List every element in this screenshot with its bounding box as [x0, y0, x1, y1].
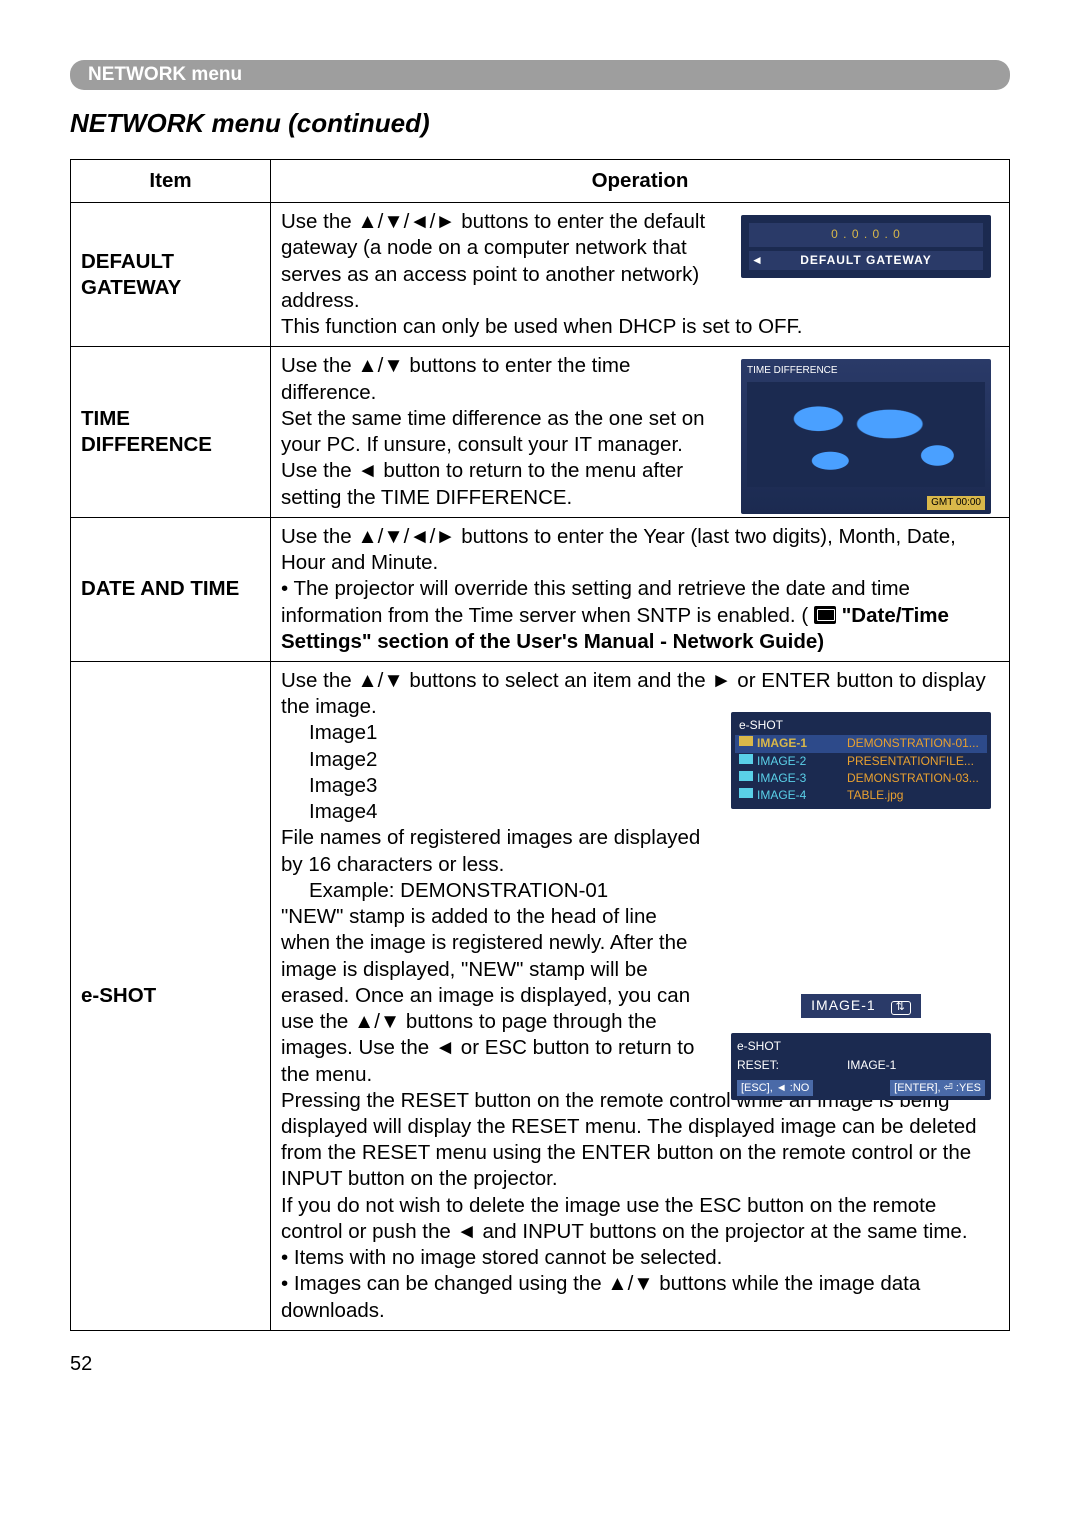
eshot-bullet2: • Items with no image stored cannot be s… [281, 1246, 722, 1269]
time-thumb-gmt: GMT 00:00 [927, 496, 985, 511]
item-eshot: e-SHOT [71, 661, 271, 1330]
eshot-bot1: Pressing the RESET button on the remote … [281, 1089, 977, 1191]
eshot-reset-thumbnail: e-SHOT RESET:IMAGE-1 [ESC], ◄ :NO [ENTER… [731, 1033, 991, 1100]
eshot-img1: Image1 [281, 721, 377, 744]
section-title: NETWORK menu (continued) [70, 108, 1010, 139]
gateway-thumb-label: DEFAULT GATEWAY [749, 251, 983, 270]
eshot-list-thumbnail: e-SHOT IMAGE-1DEMONSTRATION-01... IMAGE-… [731, 712, 991, 809]
eshot-thumb1-title: e-SHOT [735, 716, 987, 735]
row-date-and-time: DATE AND TIME Use the ▲/▼/◄/► buttons to… [71, 517, 1010, 661]
page-number: 52 [70, 1353, 1010, 1376]
world-map-icon [747, 382, 985, 487]
datetime-op-1: Use the ▲/▼/◄/► buttons to enter the Yea… [281, 525, 956, 574]
row-default-gateway: DEFAULT GATEWAY Use the ▲/▼/◄/► buttons … [71, 203, 1010, 347]
eshot-bot2: If you do not wish to delete the image u… [281, 1194, 968, 1243]
eshot-example: Example: DEMONSTRATION-01 [281, 879, 608, 902]
eshot-mid1: File names of registered images are disp… [281, 826, 700, 875]
gateway-op-2: This function can only be used when DHCP… [281, 314, 999, 340]
time-op: Use the ▲/▼ buttons to enter the time di… [281, 353, 711, 510]
gateway-op-1: Use the ▲/▼/◄/► buttons to enter the def… [281, 209, 741, 314]
image-icon [739, 736, 753, 746]
eshot-img2: Image2 [281, 748, 377, 771]
eshot-reset-no: [ESC], ◄ :NO [737, 1080, 813, 1096]
item-date-and-time: DATE AND TIME [71, 517, 271, 661]
eshot-mid2: "NEW" stamp is added to the head of line… [281, 905, 694, 1085]
item-time-difference: TIME DIFFERENCE [71, 347, 271, 517]
col-item-header: Item [71, 160, 271, 203]
eshot-bullet3: • Images can be changed using the ▲/▼ bu… [281, 1272, 920, 1321]
image-icon [739, 788, 753, 798]
book-icon [814, 606, 836, 624]
eshot-thumb3-title: e-SHOT [737, 1037, 985, 1056]
network-menu-table: Item Operation DEFAULT GATEWAY Use the ▲… [70, 159, 1010, 1331]
gateway-thumbnail: 0 . 0 . 0 . 0 DEFAULT GATEWAY [741, 215, 991, 278]
time-thumbnail: TIME DIFFERENCE GMT 00:00 [741, 359, 991, 514]
eshot-thumb2-label: IMAGE-1 [811, 997, 876, 1013]
item-default-gateway: DEFAULT GATEWAY [71, 203, 271, 347]
row-eshot: e-SHOT Use the ▲/▼ buttons to select an … [71, 661, 1010, 1330]
eshot-op-top1: Use the ▲/▼ buttons to select an item an… [281, 669, 986, 718]
eshot-img4: Image4 [281, 800, 377, 823]
image-icon [739, 754, 753, 764]
time-thumb-title: TIME DIFFERENCE [747, 365, 985, 378]
col-operation-header: Operation [271, 160, 1010, 203]
gateway-thumb-field: 0 . 0 . 0 . 0 [831, 227, 901, 241]
eshot-img3: Image3 [281, 774, 377, 797]
image-icon [739, 771, 753, 781]
page-updown-icon: ⇅ [891, 1001, 911, 1015]
row-time-difference: TIME DIFFERENCE Use the ▲/▼ buttons to e… [71, 347, 1010, 517]
header-menu-label: NETWORK menu [88, 64, 242, 85]
header-bar: NETWORK menu [70, 60, 1010, 90]
eshot-reset-yes: [ENTER], ⏎ :YES [890, 1080, 985, 1096]
eshot-page-thumbnail: IMAGE-1 ⇅ [731, 988, 991, 1024]
